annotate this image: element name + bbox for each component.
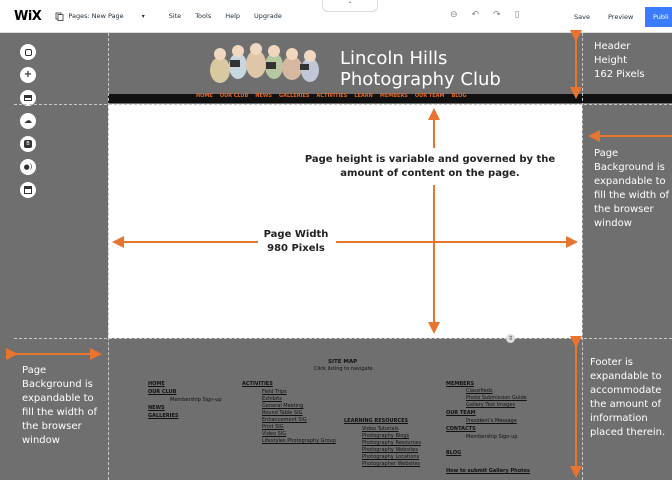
footer-link-resource[interactable]: Photography Blogs (362, 433, 409, 439)
page-width-note: Page Width 980 Pixels (263, 229, 329, 254)
footer-link-member-item[interactable]: Gallery Test Images (466, 402, 515, 408)
header-height-note: Header Height 162 Pixels (594, 41, 645, 80)
footer-link-resource[interactable]: Video Tutorials (362, 426, 399, 432)
annotation-arrows (6, 30, 672, 478)
site-map-subtitle: Click listing to navigate. (314, 366, 375, 372)
footer-link-activity[interactable]: Field Trips (262, 389, 287, 395)
footer-link-activity[interactable]: Print SIG (262, 424, 284, 430)
page-bg-right-note: Page Background is expandable to fill th… (594, 148, 670, 229)
footer-link-contact-membership[interactable]: Membership Sign-up (466, 434, 518, 440)
footer-link-activity[interactable]: Round Table SIG (262, 410, 302, 416)
footer-link-our-team[interactable]: OUR TEAM (446, 410, 476, 416)
footer-link-galleries[interactable]: GALLERIES (148, 413, 179, 419)
footer-link-resource[interactable]: Photography Websites (362, 447, 418, 453)
footer-link-activity[interactable]: General Meeting (262, 403, 303, 409)
footer-note: Footer is expandable to accommodate the … (590, 357, 666, 438)
footer-link-activity[interactable]: Exhibits (262, 396, 282, 402)
footer-link-resource[interactable]: Photographer Websites (362, 461, 420, 467)
footer-link-activities[interactable]: ACTIVITIES (242, 381, 273, 387)
footer-link-activity[interactable]: Video SIG (262, 431, 286, 437)
footer-link-presidents-message[interactable]: President's Message (466, 418, 517, 424)
footer-link-home[interactable]: HOME (148, 381, 165, 387)
footer-link-membership[interactable]: Membership Sign-up (170, 397, 222, 403)
footer-link-members[interactable]: MEMBERS (446, 381, 474, 387)
footer-link-activity[interactable]: Enhancement SIG (262, 417, 307, 423)
site-map-title: SITE MAP (328, 359, 358, 365)
footer-link-contacts[interactable]: CONTACTS (446, 426, 476, 432)
footer-handle-icon[interactable]: ⇕ (506, 334, 515, 343)
footer-link-resource[interactable]: Photography Resources (362, 440, 421, 446)
page-height-note: Page height is variable and governed by … (304, 154, 556, 179)
footer-link-how-to-submit[interactable]: How to submit Gallery Photos (446, 468, 530, 474)
footer-link-news[interactable]: NEWS (148, 405, 165, 411)
footer-link-resource[interactable]: Photography Locations (362, 454, 419, 460)
footer-link-learning[interactable]: LEARNING RESOURCES (344, 418, 408, 424)
footer-link-activity[interactable]: Lifestyles Photography Group (262, 438, 336, 444)
footer-link-our-club[interactable]: OUR CLUB (148, 389, 176, 395)
footer-link-blog[interactable]: BLOG (446, 450, 461, 456)
page-bg-left-note: Page Background is expandable to fill th… (22, 365, 98, 446)
footer-link-member-item[interactable]: Photo Submission Guide (466, 395, 527, 401)
footer-link-member-item[interactable]: Classifieds (466, 388, 493, 394)
